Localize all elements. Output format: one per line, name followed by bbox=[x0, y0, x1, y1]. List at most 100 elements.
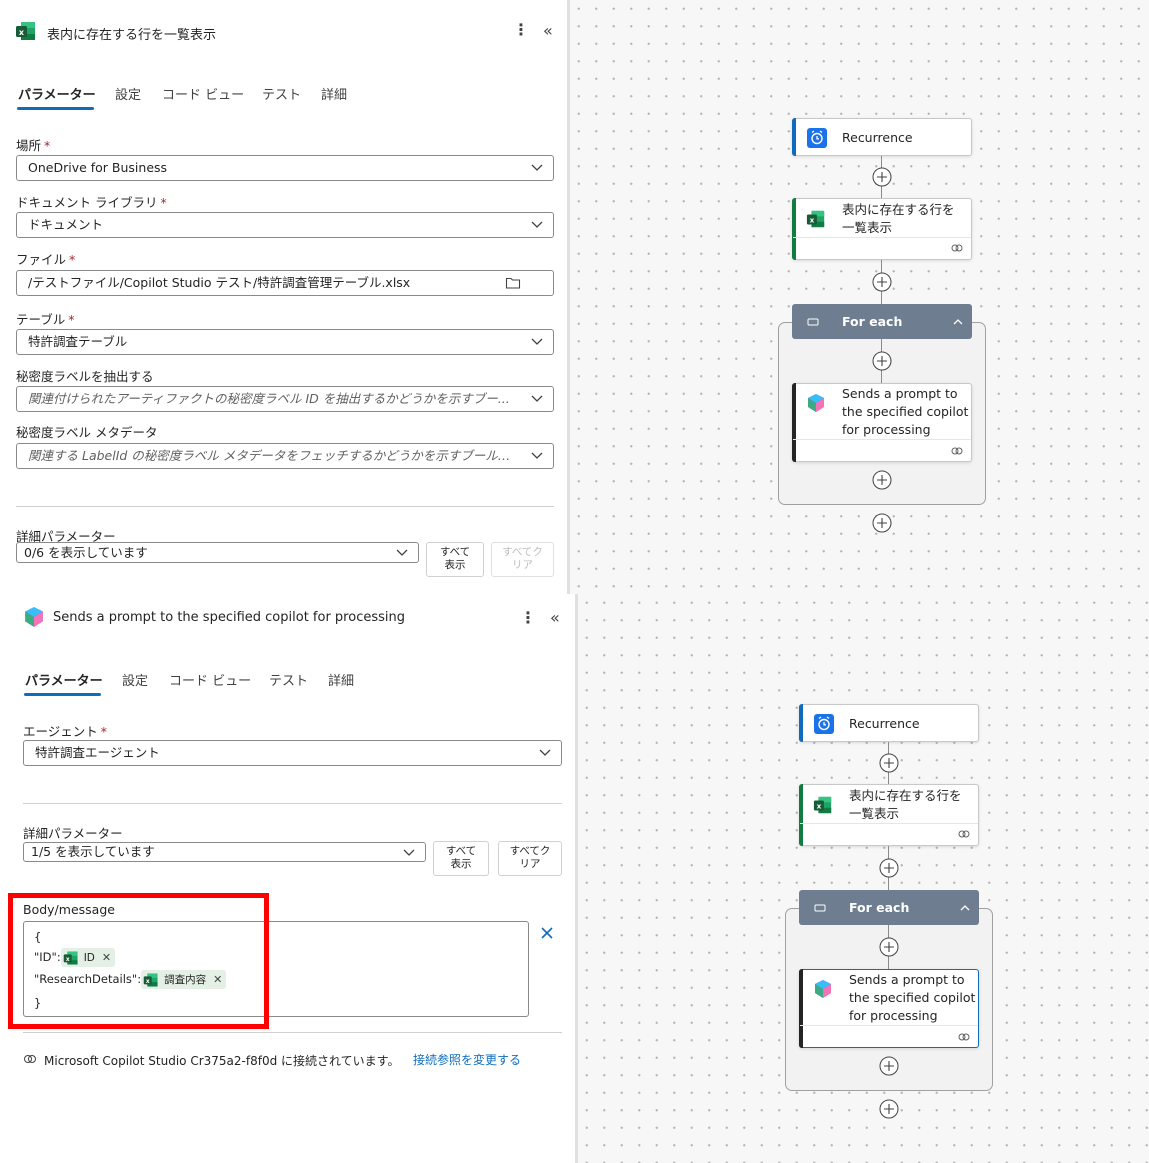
excel-icon: x bbox=[813, 796, 832, 814]
list-rows-card[interactable]: x 表内に存在する行を 一覧表示 bbox=[799, 784, 979, 846]
card-title: Recurrence bbox=[842, 130, 913, 145]
divider bbox=[23, 803, 562, 804]
link-icon bbox=[24, 1055, 36, 1063]
card-title: Recurrence bbox=[849, 716, 920, 731]
file-label: ファイル * bbox=[16, 252, 76, 267]
excel-icon: x bbox=[16, 22, 35, 40]
svg-text:x: x bbox=[817, 801, 822, 810]
chevron-down-icon bbox=[531, 452, 543, 459]
tab-details[interactable]: 詳細 bbox=[328, 670, 354, 689]
collapse-panel-icon[interactable]: « bbox=[550, 608, 560, 627]
recurrence-card[interactable]: Recurrence bbox=[792, 118, 972, 156]
active-tab-indicator bbox=[17, 107, 94, 110]
add-step-icon[interactable] bbox=[872, 470, 892, 490]
card-accent bbox=[799, 784, 803, 846]
tab-details[interactable]: 詳細 bbox=[321, 84, 347, 103]
foreach-title: For each bbox=[849, 900, 910, 915]
excel-icon: x bbox=[806, 210, 825, 228]
table-label: テーブル * bbox=[16, 312, 75, 327]
chevron-down-icon bbox=[396, 549, 408, 556]
card-footer-divider bbox=[800, 1025, 978, 1026]
advanced-params-dropdown[interactable]: 1/5 を表示しています bbox=[23, 842, 426, 862]
foreach-header[interactable]: For each bbox=[799, 890, 979, 925]
list-rows-card[interactable]: x 表内に存在する行を 一覧表示 bbox=[792, 198, 972, 260]
sensitivity-meta-dropdown[interactable]: 関連する LabelId の秘密度ラベル メタデータをフェッチするかどうかを示す… bbox=[16, 443, 554, 469]
library-label: ドキュメント ライブラリ * bbox=[16, 195, 167, 210]
chevron-down-icon bbox=[539, 749, 551, 756]
card-accent bbox=[799, 969, 803, 1048]
chevron-down-icon bbox=[403, 849, 415, 856]
tab-code-view[interactable]: コード ビュー bbox=[169, 670, 251, 689]
card-title: Sends a prompt to the specified copilot fo… bbox=[842, 386, 969, 437]
collapse-panel-icon[interactable]: « bbox=[543, 21, 553, 40]
foreach-title: For each bbox=[842, 314, 903, 329]
copilot-studio-icon bbox=[815, 980, 831, 998]
more-options-icon[interactable]: ⋮ bbox=[513, 22, 529, 38]
link-icon bbox=[958, 1033, 970, 1041]
card-accent bbox=[792, 118, 796, 156]
agent-dropdown[interactable]: 特許調査エージェント bbox=[23, 740, 562, 766]
more-options-icon[interactable]: ⋮ bbox=[520, 610, 536, 626]
top-flow-canvas: Recurrence x 表内に存在する行を 一覧表示 For each Send… bbox=[570, 0, 1149, 594]
loop-icon bbox=[814, 904, 826, 912]
sensitivity-dropdown[interactable]: 関連付けられたアーティファクトの秘密度ラベル ID を抽出するかどうかを示すブー… bbox=[16, 386, 554, 412]
tab-parameters[interactable]: パラメーター bbox=[18, 84, 96, 103]
change-connection-link[interactable]: 接続参照を変更する bbox=[413, 1051, 521, 1068]
panel-title: 表内に存在する行を一覧表示 bbox=[47, 28, 217, 43]
tab-code-view[interactable]: コード ビュー bbox=[162, 84, 244, 103]
panel-title: Sends a prompt to the specified copilot … bbox=[53, 610, 405, 625]
tab-test[interactable]: テスト bbox=[269, 670, 308, 689]
add-step-icon[interactable] bbox=[872, 167, 892, 187]
svg-text:x: x bbox=[810, 215, 815, 224]
foreach-header[interactable]: For each bbox=[792, 304, 972, 339]
add-step-icon[interactable] bbox=[879, 937, 899, 957]
link-icon bbox=[951, 244, 963, 252]
connection-status: Microsoft Copilot Studio Cr375a2-f8f0d に… bbox=[44, 1054, 400, 1068]
location-label: 場所 * bbox=[16, 138, 51, 153]
tab-settings[interactable]: 設定 bbox=[115, 84, 141, 103]
copilot-card-selected[interactable]: Sends a prompt to the specified copilot fo… bbox=[799, 969, 979, 1048]
add-step-icon[interactable] bbox=[879, 753, 899, 773]
top-parameters-panel: x 表内に存在する行を一覧表示 ⋮ « パラメーター 設定 コード ビュー テス… bbox=[0, 0, 567, 594]
copilot-studio-icon bbox=[25, 607, 43, 627]
svg-text:x: x bbox=[19, 28, 25, 37]
highlight-box bbox=[8, 893, 269, 1029]
agent-label: エージェント * bbox=[23, 724, 108, 739]
table-dropdown[interactable]: 特許調査テーブル bbox=[16, 329, 554, 355]
chevron-up-icon[interactable] bbox=[959, 902, 971, 914]
advanced-params-dropdown[interactable]: 0/6 を表示しています bbox=[16, 542, 419, 563]
library-dropdown[interactable]: ドキュメント bbox=[16, 212, 554, 238]
tab-settings[interactable]: 設定 bbox=[122, 670, 148, 689]
add-step-icon[interactable] bbox=[879, 858, 899, 878]
advanced-params-label: 詳細パラメーター bbox=[23, 826, 123, 841]
sensitivity-meta-label: 秘密度ラベル メタデータ bbox=[16, 425, 158, 440]
divider bbox=[23, 1032, 562, 1033]
card-title: Sends a prompt to the specified copilot fo… bbox=[849, 972, 976, 1023]
add-step-icon[interactable] bbox=[879, 1099, 899, 1119]
add-step-icon[interactable] bbox=[872, 513, 892, 533]
copilot-card[interactable]: Sends a prompt to the specified copilot fo… bbox=[792, 383, 972, 462]
card-accent bbox=[792, 198, 796, 260]
clear-field-icon[interactable] bbox=[540, 926, 554, 940]
sensitivity-label: 秘密度ラベルを抽出する bbox=[16, 369, 154, 384]
clear-all-button[interactable]: すべてク リア bbox=[491, 542, 554, 577]
card-footer-divider bbox=[793, 439, 971, 440]
tab-test[interactable]: テスト bbox=[262, 84, 301, 103]
folder-icon[interactable] bbox=[505, 275, 521, 291]
active-tab-indicator bbox=[24, 693, 101, 696]
loop-icon bbox=[807, 318, 819, 326]
show-all-button[interactable]: すべて 表示 bbox=[433, 841, 489, 876]
chevron-up-icon[interactable] bbox=[952, 316, 964, 328]
copilot-studio-icon bbox=[808, 394, 824, 412]
add-step-icon[interactable] bbox=[872, 272, 892, 292]
clear-all-button[interactable]: すべてク リア bbox=[498, 841, 562, 876]
recurrence-card[interactable]: Recurrence bbox=[799, 704, 979, 742]
file-input[interactable]: /テストファイル/Copilot Studio テスト/特許調査管理テーブル.x… bbox=[16, 270, 554, 296]
tab-parameters[interactable]: パラメーター bbox=[25, 670, 103, 689]
location-dropdown[interactable]: OneDrive for Business bbox=[16, 155, 554, 181]
add-step-icon[interactable] bbox=[879, 1056, 899, 1076]
card-accent bbox=[792, 383, 796, 462]
show-all-button[interactable]: すべて 表示 bbox=[426, 542, 484, 577]
add-step-icon[interactable] bbox=[872, 351, 892, 371]
clock-icon bbox=[807, 128, 827, 148]
